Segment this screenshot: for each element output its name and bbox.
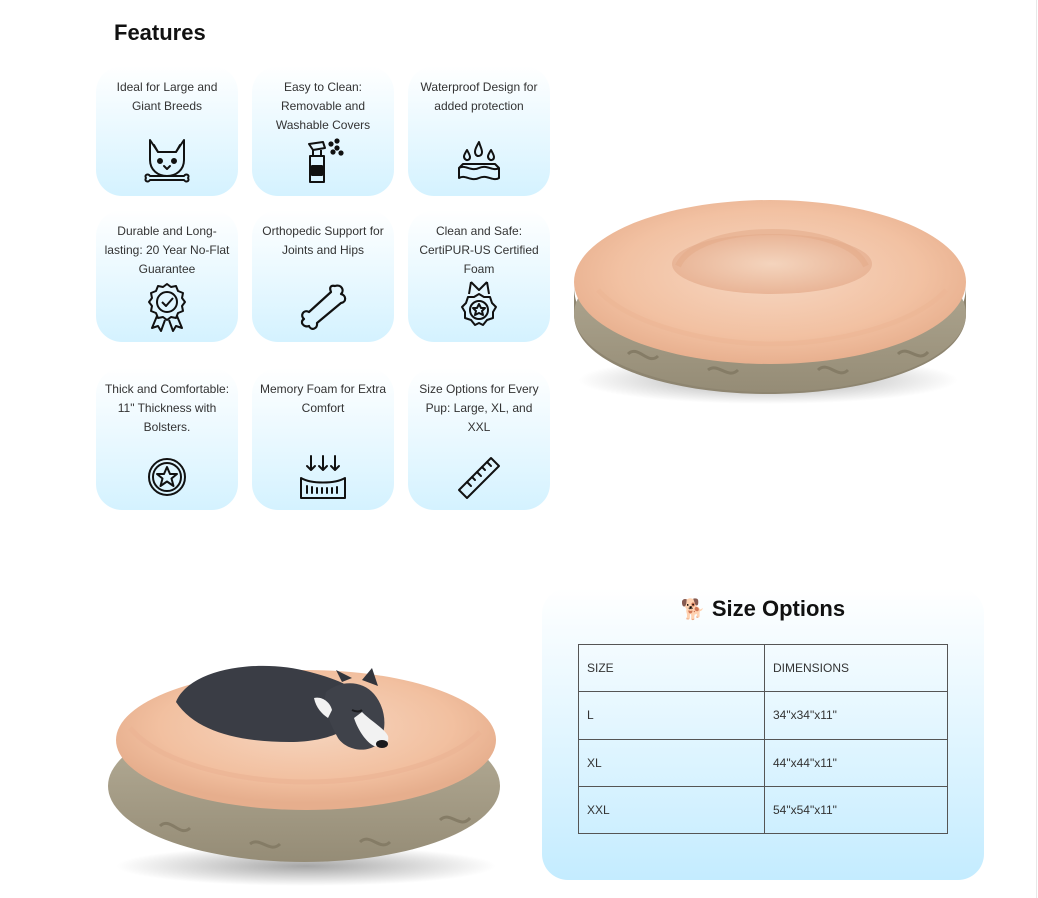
table-row: XL 44"x44"x11" [578, 738, 948, 787]
features-heading: Features [114, 20, 206, 45]
award-badge-icon [145, 282, 189, 332]
star-circle-icon [146, 456, 188, 498]
certified-medal-icon [459, 280, 499, 332]
size-cell: L [578, 691, 765, 740]
feature-card-easy-clean: Easy to Clean: Removable and Washable Co… [252, 66, 394, 196]
feature-label: Memory Foam for Extra Comfort [259, 382, 387, 415]
feature-card-waterproof: Waterproof Design for added protection [408, 66, 550, 196]
feature-label: Clean and Safe: CertiPUR-US Certified Fo… [419, 224, 539, 276]
size-options-title: Size Options [711, 596, 846, 621]
feature-card-durable: Durable and Long-lasting: 20 Year No-Fla… [96, 210, 238, 342]
dog-emoji-icon: 🐕 [680, 599, 706, 621]
page-edge-divider [1036, 0, 1037, 898]
dimensions-cell: 54"x54"x11" [764, 785, 948, 835]
memory-foam-icon [297, 454, 349, 502]
feature-card-orthopedic: Orthopedic Support for Joints and Hips [252, 210, 394, 342]
feature-card-certified: Clean and Safe: CertiPUR-US Certified Fo… [408, 210, 550, 342]
table-row: XXL 54"x54"x11" [578, 785, 948, 835]
dog-with-bone-icon [140, 134, 194, 188]
feature-label: Thick and Comfortable: 11" Thickness wit… [104, 382, 230, 434]
feature-label: Ideal for Large and Giant Breeds [116, 80, 218, 113]
size-cell: XXL [578, 785, 765, 835]
feature-card-size-options: Size Options for Every Pup: Large, XL, a… [408, 368, 550, 510]
product-image-bed [568, 194, 972, 408]
feature-label: Orthopedic Support for Joints and Hips [262, 224, 384, 257]
ruler-icon [455, 454, 503, 502]
feature-label: Easy to Clean: Removable and Washable Co… [275, 80, 371, 132]
feature-label: Waterproof Design for added protection [420, 80, 538, 113]
product-image-dog-on-bed [100, 658, 508, 888]
header-size: SIZE [578, 643, 765, 693]
table-row: L 34"x34"x11" [578, 691, 948, 740]
dimensions-cell: 34"x34"x11" [764, 691, 948, 740]
spray-bottle-icon [301, 138, 345, 184]
feature-card-large-breeds: Ideal for Large and Giant Breeds [96, 66, 238, 196]
feature-card-memory-foam: Memory Foam for Extra Comfort [252, 368, 394, 510]
size-options-heading: 🐕 Size Options [542, 596, 984, 622]
feature-label: Durable and Long-lasting: 20 Year No-Fla… [104, 224, 230, 276]
features-grid: Ideal for Large and Giant Breeds Easy to… [96, 66, 556, 510]
feature-card-thickness: Thick and Comfortable: 11" Thickness wit… [96, 368, 238, 510]
feature-label: Size Options for Every Pup: Large, XL, a… [419, 382, 539, 434]
bone-icon [297, 282, 349, 332]
dimensions-cell: 44"x44"x11" [764, 738, 948, 787]
size-cell: XL [578, 738, 765, 787]
water-drops-icon [455, 138, 503, 184]
header-dimensions: DIMENSIONS [764, 643, 948, 693]
size-table: SIZE DIMENSIONS L 34"x34"x11" XL 44"x44"… [578, 643, 948, 835]
size-options-panel: 🐕 Size Options SIZE DIMENSIONS L 34"x34"x… [542, 588, 984, 880]
table-header-row: SIZE DIMENSIONS [578, 643, 948, 693]
